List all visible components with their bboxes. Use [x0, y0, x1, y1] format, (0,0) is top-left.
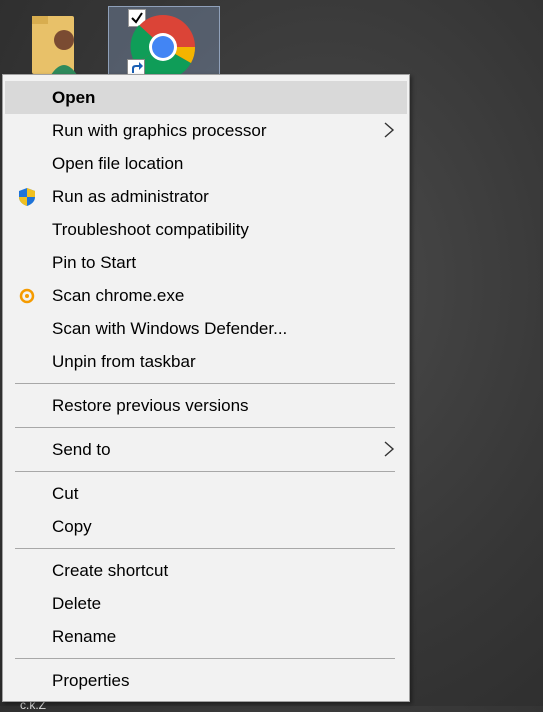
menu-item-label: Pin to Start — [52, 253, 137, 272]
menu-separator — [15, 383, 395, 384]
menu-item-open-file-location[interactable]: Open file location — [3, 147, 409, 180]
menu-item-label: Troubleshoot compatibility — [52, 220, 249, 239]
menu-item-properties[interactable]: Properties — [3, 664, 409, 697]
chrome-desktop-icon[interactable] — [108, 6, 220, 77]
menu-item-label: Scan with Windows Defender... — [52, 319, 288, 338]
menu-item-label: Properties — [52, 671, 130, 690]
menu-item-label: Restore previous versions — [52, 396, 249, 415]
chevron-right-icon — [384, 441, 395, 457]
menu-item-label: Scan chrome.exe — [52, 286, 185, 305]
menu-separator — [15, 471, 395, 472]
menu-item-copy[interactable]: Copy — [3, 510, 409, 543]
menu-item-troubleshoot-compatibility[interactable]: Troubleshoot compatibility — [3, 213, 409, 246]
menu-separator — [15, 548, 395, 549]
context-menu: Open Run with graphics processor Open fi… — [2, 74, 410, 702]
menu-separator — [15, 658, 395, 659]
menu-item-scan-with-windows-defender[interactable]: Scan with Windows Defender... — [3, 312, 409, 345]
menu-item-label: Rename — [52, 627, 117, 646]
menu-item-label: Create shortcut — [52, 561, 169, 580]
antivirus-icon — [19, 288, 35, 304]
menu-item-label: Unpin from taskbar — [52, 352, 196, 371]
user-folder-desktop-icon[interactable] — [18, 10, 90, 80]
menu-item-create-shortcut[interactable]: Create shortcut — [3, 554, 409, 587]
menu-item-delete[interactable]: Delete — [3, 587, 409, 620]
user-folder-icon — [32, 16, 80, 80]
menu-item-open[interactable]: Open — [5, 81, 407, 114]
menu-item-label: Open file location — [52, 154, 184, 173]
menu-item-pin-to-start[interactable]: Pin to Start — [3, 246, 409, 279]
menu-item-label: Open — [52, 88, 96, 107]
menu-item-rename[interactable]: Rename — [3, 620, 409, 653]
menu-item-run-as-administrator[interactable]: Run as administrator — [3, 180, 409, 213]
menu-item-label: Cut — [52, 484, 79, 503]
menu-item-label: Delete — [52, 594, 102, 613]
menu-item-label: Run with graphics processor — [52, 121, 267, 140]
menu-item-restore-previous-versions[interactable]: Restore previous versions — [3, 389, 409, 422]
menu-item-scan-chrome[interactable]: Scan chrome.exe — [3, 279, 409, 312]
menu-item-run-with-graphics-processor[interactable]: Run with graphics processor — [3, 114, 409, 147]
menu-item-unpin-from-taskbar[interactable]: Unpin from taskbar — [3, 345, 409, 378]
menu-item-label: Send to — [52, 440, 111, 459]
menu-item-label: Copy — [52, 517, 92, 536]
menu-separator — [15, 427, 395, 428]
menu-item-label: Run as administrator — [52, 187, 209, 206]
uac-shield-icon — [19, 188, 35, 206]
chevron-right-icon — [384, 122, 395, 138]
menu-item-send-to[interactable]: Send to — [3, 433, 409, 466]
chrome-icon — [130, 15, 196, 77]
menu-item-cut[interactable]: Cut — [3, 477, 409, 510]
